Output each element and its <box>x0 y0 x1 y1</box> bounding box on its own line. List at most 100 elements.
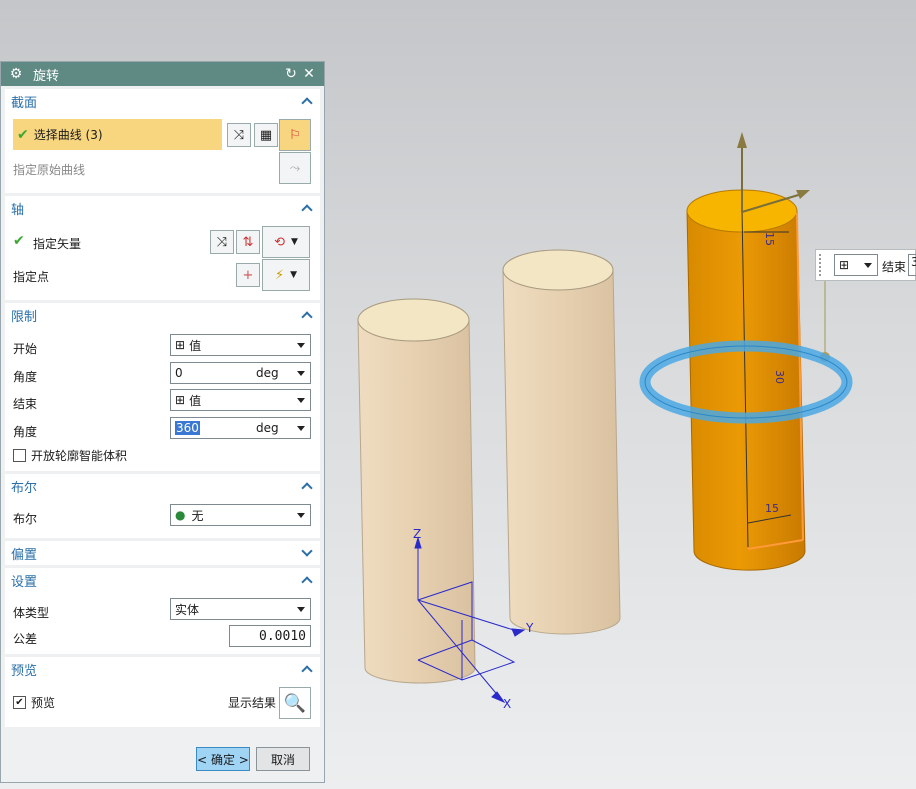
section-title: 截面 <box>11 95 38 111</box>
select-curve-row[interactable]: ✔ 选择曲线 (3) <box>13 119 222 150</box>
axis-title: 轴 <box>11 202 25 218</box>
angle1-label: 角度 <box>13 370 38 384</box>
settings-header[interactable]: 设置 <box>5 568 320 592</box>
grip-icon[interactable] <box>819 254 826 276</box>
body-type-label: 体类型 <box>13 606 50 620</box>
end-value: 值 <box>189 393 202 408</box>
dim-bottom-label: 15 <box>765 502 779 515</box>
limits-group: 限制 开始 ⊞ 值 角度 0 deg 结束 ⊞ 值 角度 360 deg 开放轮廓智能体… <box>5 303 320 471</box>
chevron-up-icon[interactable] <box>300 573 314 587</box>
open-profile-label: 开放轮廓智能体积 <box>31 449 128 463</box>
tolerance-value: 0.0010 <box>259 628 306 644</box>
gear-icon: ⚙ <box>9 66 23 82</box>
start-value: 值 <box>189 338 202 353</box>
chevron-down-icon[interactable] <box>300 546 314 560</box>
show-result-button[interactable]: 🔍 <box>279 687 311 719</box>
vector-label: 指定矢量 <box>33 237 82 251</box>
floating-value-input[interactable]: 3 <box>908 254 916 276</box>
curve-rule-button[interactable]: ⤨ <box>227 123 251 147</box>
boolean-group: 布尔 布尔 ● 无 <box>5 474 320 538</box>
preview-group: 预览 ✔ 预览 显示结果 🔍 <box>5 657 320 727</box>
start-angle-value: 0 <box>175 366 183 380</box>
close-icon[interactable]: ✕ <box>300 66 318 82</box>
end-angle-unit: deg <box>256 421 279 435</box>
show-result-label: 显示结果 <box>228 696 277 710</box>
start-type-select[interactable]: ⊞ 值 <box>170 334 311 356</box>
boolean-none-icon: ● <box>175 508 186 522</box>
offset-title: 偏置 <box>11 547 38 563</box>
cancel-button[interactable]: 取消 <box>256 747 310 771</box>
value-icon: ⊞ <box>839 258 850 272</box>
end-angle-value: 360 <box>175 421 200 435</box>
start-angle-input[interactable]: 0 deg <box>170 362 311 384</box>
value-icon: ⊞ <box>175 338 186 352</box>
ok-label: < 确定 > <box>197 752 249 767</box>
cylinder-revolved-preview[interactable] <box>686 189 806 571</box>
start-label: 开始 <box>13 342 38 356</box>
floating-type-select[interactable]: ⊞ <box>834 254 878 276</box>
chevron-up-icon[interactable] <box>300 662 314 676</box>
axis-x-label: X <box>503 697 511 711</box>
chevron-up-icon[interactable] <box>300 308 314 322</box>
section-group: 截面 ✔ 选择曲线 (3) ⤨ ▦ ⚐ 指定原始曲线 ⤳ <box>5 89 320 193</box>
end-label: 结束 <box>13 397 38 411</box>
point-type-dropdown[interactable]: ⚡ ▼ <box>262 259 310 291</box>
settings-group: 设置 体类型 实体 公差 0.0010 <box>5 568 320 654</box>
reverse-direction-button[interactable]: ⤨ <box>210 230 234 254</box>
point-label: 指定点 <box>13 270 50 284</box>
open-profile-checkbox[interactable] <box>13 449 26 462</box>
body-type-select[interactable]: 实体 <box>170 598 311 620</box>
original-curve-label: 指定原始曲线 <box>13 163 86 177</box>
sketch-section-button[interactable]: ▦ <box>254 123 278 147</box>
end-angle-input[interactable]: 360 deg <box>170 417 311 439</box>
preview-header[interactable]: 预览 <box>5 657 320 681</box>
cylinder-middle[interactable] <box>502 249 621 635</box>
floating-end-field[interactable]: ⊞ 结束 3 <box>815 249 916 281</box>
boolean-header[interactable]: 布尔 <box>5 474 320 498</box>
end-type-select[interactable]: ⊞ 值 <box>170 389 311 411</box>
section-header[interactable]: 截面 <box>5 89 320 113</box>
body-type-value: 实体 <box>175 602 200 617</box>
start-angle-unit: deg <box>256 366 279 380</box>
boolean-title: 布尔 <box>11 480 38 496</box>
cylinder-left[interactable] <box>357 298 476 684</box>
chevron-up-icon[interactable] <box>300 479 314 493</box>
chevron-up-icon[interactable] <box>300 94 314 108</box>
floating-label: 结束 <box>882 260 907 274</box>
axis-header[interactable]: 轴 <box>5 196 320 220</box>
check-icon: ✔ <box>17 126 29 143</box>
axis-y-label: Y <box>525 621 534 635</box>
boolean-select[interactable]: ● 无 <box>170 504 311 526</box>
limits-header[interactable]: 限制 <box>5 303 320 327</box>
cancel-label: 取消 <box>270 752 295 767</box>
angle2-label: 角度 <box>13 425 38 439</box>
ok-button[interactable]: < 确定 > <box>196 747 250 771</box>
preview-checkbox[interactable]: ✔ <box>13 696 26 709</box>
boolean-label: 布尔 <box>13 512 38 526</box>
boolean-value: 无 <box>191 508 204 523</box>
offset-group: 偏置 <box>5 541 320 565</box>
preview-title: 预览 <box>11 663 38 679</box>
dim-top-label: 15 <box>763 232 776 246</box>
vector-type-dropdown[interactable]: ⟲ ▼ <box>262 226 310 258</box>
chevron-up-icon[interactable] <box>300 201 314 215</box>
curve-select-button[interactable]: ⚐ <box>279 119 311 151</box>
dialog-title: 旋转 <box>33 68 60 84</box>
value-icon: ⊞ <box>175 393 186 407</box>
settings-title: 设置 <box>11 574 38 590</box>
tolerance-input[interactable]: 0.0010 <box>229 625 311 647</box>
vector-dialog-button[interactable]: ⇅ <box>236 230 260 254</box>
revolve-dialog: ⚙ 旋转 ↻ ✕ 截面 ✔ 选择曲线 (3) ⤨ ▦ ⚐ 指定原始曲线 ⤳ 轴 … <box>0 61 325 783</box>
dim-mid-label: 30 <box>773 370 786 384</box>
limits-title: 限制 <box>11 309 38 325</box>
tolerance-label: 公差 <box>13 632 38 646</box>
offset-header[interactable]: 偏置 <box>5 541 320 565</box>
axis-group: 轴 ✔ 指定矢量 ⤨ ⇅ ⟲ ▼ 指定点 + ⚡ ▼ <box>5 196 320 300</box>
axis-z-label: Z <box>413 527 421 541</box>
floating-value: 3 <box>911 255 916 269</box>
original-curve-button[interactable]: ⤳ <box>279 152 311 184</box>
point-dialog-button[interactable]: + <box>236 263 260 287</box>
dialog-titlebar: ⚙ 旋转 ↻ ✕ <box>1 62 324 86</box>
reset-icon[interactable]: ↻ <box>282 66 300 82</box>
select-curve-label: 选择曲线 (3) <box>33 128 103 142</box>
